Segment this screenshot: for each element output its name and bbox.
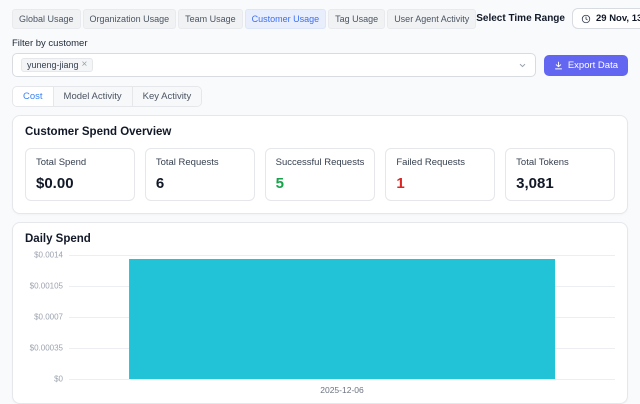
time-range-label: Select Time Range — [476, 13, 565, 24]
stat-label: Total Tokens — [516, 157, 604, 168]
nav-tab-team-usage[interactable]: Team Usage — [178, 9, 243, 29]
stat-value: 3,081 — [516, 175, 604, 192]
top-bar: Global UsageOrganization UsageTeam Usage… — [0, 0, 640, 29]
close-icon[interactable]: × — [82, 60, 88, 70]
stat-label: Total Spend — [36, 157, 124, 168]
stat-card-successful-requests: Successful Requests 5 — [265, 148, 376, 201]
stats-row: Total Spend $0.00 Total Requests 6 Successfu… — [25, 148, 615, 201]
filter-row: yuneng-jiang × Export Data — [12, 53, 628, 77]
chart-plot — [69, 255, 615, 379]
stat-card-total-spend: Total Spend $0.00 — [25, 148, 135, 201]
usage-nav-tabs: Global UsageOrganization UsageTeam Usage… — [12, 9, 476, 29]
stat-value: 5 — [276, 175, 365, 192]
stat-value: 1 — [396, 175, 484, 192]
tab-key-activity[interactable]: Key Activity — [132, 87, 202, 106]
customer-spend-overview-title: Customer Spend Overview — [25, 126, 615, 138]
customer-spend-overview-card: Customer Spend Overview Total Spend $0.00… — [12, 115, 628, 214]
gridline — [69, 255, 615, 256]
stat-label: Failed Requests — [396, 157, 484, 168]
chart-y-axis: $0.0014$0.00105$0.0007$0.00035$0 — [25, 255, 69, 379]
customer-filter-select[interactable]: yuneng-jiang × — [12, 53, 536, 77]
x-axis-spacer — [25, 385, 69, 395]
stat-card-total-requests: Total Requests 6 — [145, 148, 255, 201]
stat-value: $0.00 — [36, 175, 124, 192]
nav-tab-customer-usage[interactable]: Customer Usage — [245, 9, 327, 29]
time-range-value: 29 Nov, 13:21 - 6 Dec, 13:21 — [596, 13, 640, 24]
stat-card-total-tokens: Total Tokens 3,081 — [505, 148, 615, 201]
nav-tab-user-agent-activity[interactable]: User Agent Activity — [387, 9, 476, 29]
y-tick-label: $0.0014 — [34, 251, 63, 260]
tab-model-activity[interactable]: Model Activity — [53, 87, 132, 106]
y-tick-label: $0.0007 — [34, 313, 63, 322]
y-tick-label: $0 — [54, 375, 63, 384]
daily-spend-bar — [129, 259, 555, 379]
customer-tag: yuneng-jiang × — [21, 58, 93, 72]
chart-x-axis: 2025-12-06 — [25, 385, 615, 395]
time-range-group: Select Time Range 29 Nov, 13:21 - 6 Dec,… — [476, 8, 640, 29]
filter-by-customer-label: Filter by customer — [12, 38, 628, 49]
gridline — [69, 379, 615, 380]
stat-label: Total Requests — [156, 157, 244, 168]
time-range-picker[interactable]: 29 Nov, 13:21 - 6 Dec, 13:21 — [572, 8, 640, 29]
daily-spend-title: Daily Spend — [25, 233, 615, 245]
stat-value: 6 — [156, 175, 244, 192]
download-icon — [554, 61, 563, 70]
export-data-button[interactable]: Export Data — [544, 55, 628, 76]
clock-icon — [581, 14, 591, 24]
daily-spend-card: Daily Spend $0.0014 $0.00105 $0.0007 $0.000… — [12, 222, 628, 404]
tab-cost[interactable]: Cost — [13, 87, 53, 106]
x-axis-label: 2025-12-06 — [69, 385, 615, 395]
nav-tab-global-usage[interactable]: Global Usage — [12, 9, 81, 29]
y-tick-label: $0.00035 — [30, 344, 63, 353]
view-tabs: CostModel ActivityKey Activity — [12, 86, 202, 107]
customer-tag-label: yuneng-jiang — [27, 60, 79, 70]
chevron-down-icon — [518, 61, 527, 70]
export-data-label: Export Data — [568, 60, 618, 71]
y-tick-label: $0.00105 — [30, 282, 63, 291]
daily-spend-chart: $0.0014$0.00105$0.0007$0.00035$0 — [25, 255, 615, 379]
customer-filter-section: Filter by customer yuneng-jiang × Export… — [0, 29, 640, 77]
stat-label: Successful Requests — [276, 157, 365, 168]
nav-tab-organization-usage[interactable]: Organization Usage — [83, 9, 177, 29]
stat-card-failed-requests: Failed Requests 1 — [385, 148, 495, 201]
nav-tab-tag-usage[interactable]: Tag Usage — [328, 9, 385, 29]
